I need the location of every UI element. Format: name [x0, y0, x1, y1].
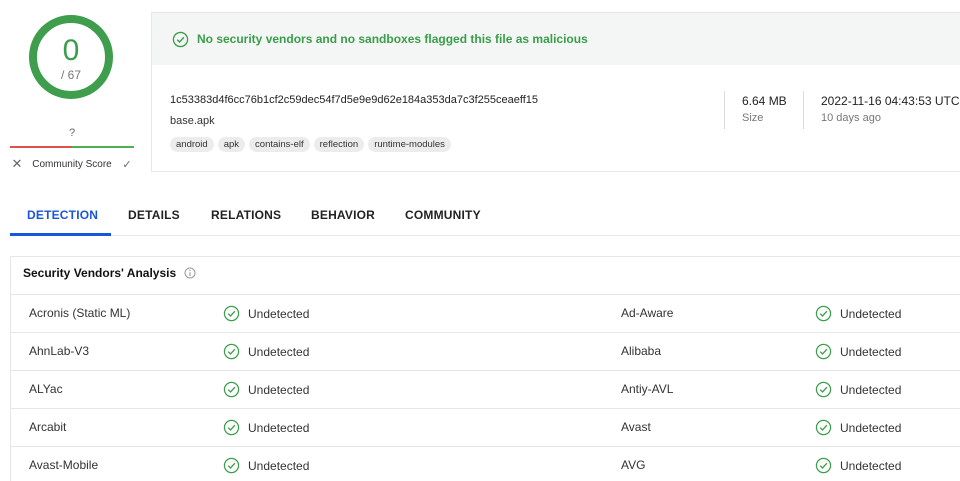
vendor-result-text: Undetected: [248, 382, 310, 397]
vendor-result: Undetected: [815, 295, 901, 332]
vendor-result-text: Undetected: [840, 344, 902, 359]
vendor-result-text: Undetected: [840, 306, 902, 321]
file-hash[interactable]: 1c53383d4f6cc76b1cf2c59dec54f7d5e9e9d62e…: [170, 94, 538, 106]
verdict-banner: No security vendors and no sandboxes fla…: [152, 13, 960, 65]
vendors-table: Acronis (Static ML) Undetected Ad-Aware …: [11, 294, 960, 481]
tag[interactable]: apk: [217, 137, 246, 152]
vendor-result-text: Undetected: [248, 306, 310, 321]
table-row: Avast-Mobile Undetected AVG Undetected: [11, 447, 960, 481]
divider: [803, 91, 804, 129]
tab-bar: DETECTION DETAILS RELATIONS BEHAVIOR COM…: [10, 195, 960, 236]
tag[interactable]: reflection: [313, 137, 365, 152]
vendor-name: Alibaba: [621, 344, 662, 358]
vendor-result: Undetected: [223, 333, 309, 370]
tag[interactable]: runtime-modules: [368, 137, 451, 152]
vendor-name: Arcabit: [29, 420, 67, 434]
vendor-result: Undetected: [223, 295, 309, 332]
vendors-section: Security Vendors' Analysis Acronis (Stat…: [10, 256, 960, 481]
section-title-text: Security Vendors' Analysis: [23, 266, 177, 280]
tab-detection[interactable]: DETECTION: [27, 195, 98, 236]
check-circle-icon: [223, 381, 240, 398]
vendor-name: Avast-Mobile: [29, 458, 99, 472]
vendor-result-text: Undetected: [840, 420, 902, 435]
verdict-text: No security vendors and no sandboxes fla…: [197, 32, 588, 46]
vendor-name: AhnLab-V3: [29, 344, 90, 358]
table-row: AhnLab-V3 Undetected Alibaba Undetected: [11, 333, 960, 371]
check-circle-icon: [815, 457, 832, 474]
check-circle-icon: [815, 381, 832, 398]
vendor-name: Ad-Aware: [621, 306, 674, 320]
vendor-result: Undetected: [223, 409, 309, 446]
vendor-result: Undetected: [815, 409, 901, 446]
vendor-name: Antiy-AVL: [621, 382, 674, 396]
info-icon[interactable]: [184, 267, 196, 279]
check-circle-icon: [172, 31, 189, 47]
tag[interactable]: contains-elf: [249, 137, 310, 152]
vendor-result: Undetected: [815, 333, 901, 370]
vendor-name: AVG: [621, 458, 646, 472]
detection-total: / 67: [60, 68, 81, 82]
vendor-name: ALYac: [29, 382, 63, 396]
check-circle-icon: [815, 419, 832, 436]
vendor-result: Undetected: [815, 447, 901, 481]
x-icon[interactable]: ✕: [10, 156, 24, 172]
table-row: Arcabit Undetected Avast Undetected: [11, 409, 960, 447]
check-circle-icon: [223, 343, 240, 360]
check-circle-icon: [815, 305, 832, 322]
tab-relations[interactable]: RELATIONS: [211, 195, 281, 236]
community-score-value: ?: [68, 127, 76, 139]
file-size: 6.64 MB: [742, 94, 787, 108]
check-circle-icon: [223, 457, 240, 474]
vendor-result-text: Undetected: [840, 458, 902, 473]
score-widget: 0 / 67 ? ✕ Community Score ✓: [10, 0, 134, 180]
vendor-result: Undetected: [815, 371, 901, 408]
community-score-bar-negative: [10, 146, 72, 148]
section-title: Security Vendors' Analysis: [23, 266, 196, 280]
table-row: ALYac Undetected Antiy-AVL Undetected: [11, 371, 960, 409]
vendor-result-text: Undetected: [248, 420, 310, 435]
detection-count: 0: [62, 34, 80, 67]
tag[interactable]: android: [170, 137, 214, 152]
file-size-label: Size: [742, 112, 764, 124]
scan-date-relative: 10 days ago: [821, 112, 881, 124]
community-score-row: ✕ Community Score ✓: [10, 155, 134, 173]
vendor-result: Undetected: [223, 447, 309, 481]
vendor-result-text: Undetected: [248, 344, 310, 359]
community-score-label: Community Score: [32, 158, 112, 170]
tab-details[interactable]: DETAILS: [128, 195, 180, 236]
vendor-result-text: Undetected: [840, 382, 902, 397]
check-circle-icon: [223, 305, 240, 322]
community-score-bar: [10, 146, 134, 148]
check-circle-icon: [815, 343, 832, 360]
check-icon[interactable]: ✓: [120, 158, 134, 171]
vendor-name: Acronis (Static ML): [29, 306, 131, 320]
scan-date: 2022-11-16 04:43:53 UTC: [821, 94, 960, 108]
tab-behavior[interactable]: BEHAVIOR: [311, 195, 375, 236]
file-name: base.apk: [170, 115, 215, 127]
tab-community[interactable]: COMMUNITY: [405, 195, 481, 236]
vendor-result: Undetected: [223, 371, 309, 408]
active-tab-indicator: [10, 233, 111, 236]
vendor-name: Avast: [621, 420, 651, 434]
file-summary-panel: No security vendors and no sandboxes fla…: [151, 12, 960, 172]
detection-gauge: 0 / 67: [26, 12, 116, 102]
table-row: Acronis (Static ML) Undetected Ad-Aware …: [11, 295, 960, 333]
check-circle-icon: [223, 419, 240, 436]
divider: [724, 91, 725, 129]
file-tags: android apk contains-elf reflection runt…: [170, 137, 451, 152]
vendor-result-text: Undetected: [248, 458, 310, 473]
